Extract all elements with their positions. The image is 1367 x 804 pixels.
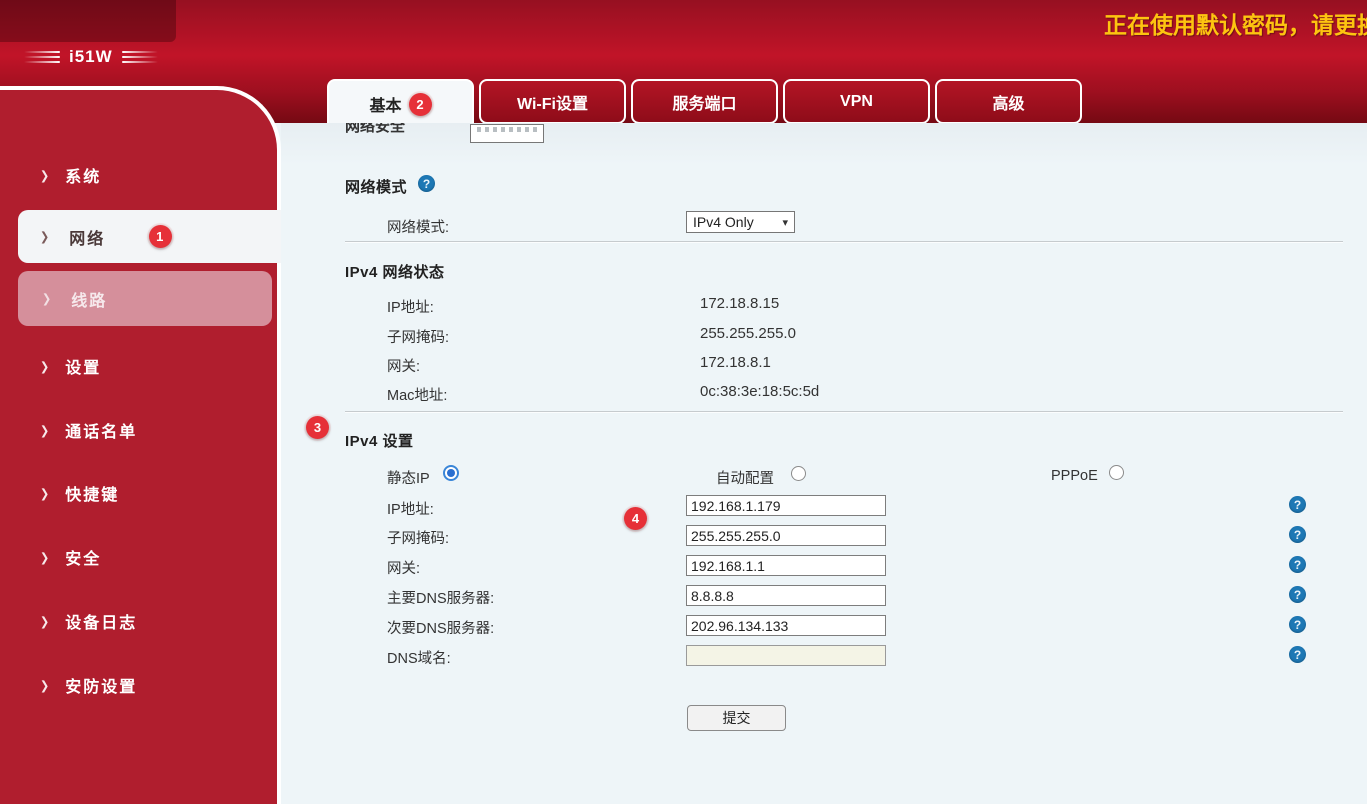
logo-lines-right-icon [122, 51, 158, 63]
chevron-right-icon: ❯ [42, 291, 53, 305]
logo-lines-left-icon [24, 51, 60, 63]
logo-text: i51W [69, 47, 113, 67]
sidebar-item-label: 快捷键 [65, 481, 119, 505]
clipped-dropdown[interactable] [470, 124, 544, 143]
chevron-right-icon: ❯ [40, 423, 51, 437]
gateway-value: 172.18.8.1 [700, 354, 771, 371]
step-badge-2: 2 [409, 93, 432, 116]
secondary-dns-input[interactable] [686, 615, 886, 636]
sidebar-item-label: 安防设置 [65, 673, 137, 697]
network-mode-label: 网络模式: [387, 216, 449, 237]
tab-wifi-settings-label: Wi-Fi设置 [517, 90, 588, 114]
mac-address-value: 0c:38:3e:18:5c:5d [700, 383, 819, 400]
tab-wifi-settings[interactable]: Wi-Fi设置 [479, 79, 626, 124]
sidebar-item-hotkeys[interactable]: ❯ 快捷键 [40, 481, 119, 505]
gateway-field-label: 网关: [387, 557, 420, 578]
ip-address-value: 172.18.8.15 [700, 295, 779, 312]
ip-address-input[interactable] [686, 495, 886, 516]
chevron-right-icon: ❯ [40, 678, 51, 692]
subnet-mask-value: 255.255.255.0 [700, 325, 796, 342]
submit-button[interactable]: 提交 [687, 705, 786, 731]
tab-advanced[interactable]: 高级 [935, 79, 1082, 124]
content-area: 网络安全 网络模式 ? 网络模式: IPv4 Only ▾ IPv4 网络状态 … [281, 123, 1367, 804]
ipv4-settings-heading: IPv4 设置 [345, 430, 414, 451]
static-ip-label: 静态IP [387, 467, 430, 488]
ipv4-status-heading: IPv4 网络状态 [345, 261, 445, 282]
header-dark-corner [0, 0, 176, 42]
network-mode-heading: 网络模式 [345, 176, 407, 197]
sidebar-item-device-log[interactable]: ❯ 设备日志 [40, 609, 137, 633]
chevron-right-icon: ❯ [40, 550, 51, 564]
gateway-input[interactable] [686, 555, 886, 576]
tab-vpn-label: VPN [840, 93, 873, 111]
tab-basic-label: 基本 [369, 92, 401, 116]
tab-vpn[interactable]: VPN [783, 79, 930, 124]
sidebar-item-label: 设备日志 [65, 609, 137, 633]
help-icon[interactable]: ? [1289, 556, 1306, 573]
subnet-mask-input[interactable] [686, 525, 886, 546]
gateway-label: 网关: [387, 355, 420, 376]
router-admin-page: 正在使用默认密码，请更换 i51W 基本 2 Wi-Fi设置 服务端口 VPN … [0, 0, 1367, 804]
dns-domain-input[interactable] [686, 645, 886, 666]
help-icon[interactable]: ? [1289, 526, 1306, 543]
auto-config-radio[interactable] [791, 466, 806, 481]
help-icon[interactable]: ? [1289, 586, 1306, 603]
tab-advanced-label: 高级 [992, 90, 1024, 114]
tab-basic[interactable]: 基本 2 [327, 79, 474, 127]
pppoe-label: PPPoE [1051, 468, 1098, 484]
sidebar-item-call-list[interactable]: ❯ 通话名单 [40, 418, 137, 442]
chevron-right-icon: ❯ [40, 229, 51, 243]
step-badge-3: 3 [306, 416, 329, 439]
tab-bar: 基本 2 Wi-Fi设置 服务端口 VPN 高级 [327, 79, 1082, 127]
sidebar-item-line[interactable]: ❯ 线路 [18, 271, 272, 326]
sidebar-item-security[interactable]: ❯ 安全 [40, 545, 101, 569]
subnet-mask-field-label: 子网掩码: [387, 527, 449, 548]
sidebar-item-label: 系统 [65, 163, 101, 187]
help-icon[interactable]: ? [1289, 496, 1306, 513]
mac-address-label: Mac地址: [387, 384, 447, 405]
dns-domain-field-label: DNS域名: [387, 647, 451, 668]
static-ip-radio[interactable] [443, 465, 459, 481]
chevron-right-icon: ❯ [40, 614, 51, 628]
primary-dns-input[interactable] [686, 585, 886, 606]
pppoe-radio[interactable] [1109, 465, 1124, 480]
chevron-down-icon: ▾ [782, 216, 788, 229]
subnet-mask-label: 子网掩码: [387, 326, 449, 347]
sidebar-item-system[interactable]: ❯ 系统 [40, 163, 101, 187]
ip-address-label: IP地址: [387, 296, 434, 317]
sidebar-item-label: 线路 [71, 287, 107, 311]
ip-address-field-label: IP地址: [387, 498, 434, 519]
clipped-row-label: 网络安全 [345, 123, 465, 142]
secondary-dns-field-label: 次要DNS服务器: [387, 617, 494, 638]
logo: i51W [24, 47, 158, 67]
help-icon[interactable]: ? [1289, 616, 1306, 633]
sidebar-item-security-settings[interactable]: ❯ 安防设置 [40, 673, 137, 697]
help-icon[interactable]: ? [418, 175, 435, 192]
default-password-warning: 正在使用默认密码，请更换 [1104, 6, 1367, 40]
sidebar-item-label: 设置 [65, 354, 101, 378]
tab-service-port[interactable]: 服务端口 [631, 79, 778, 124]
sidebar-item-label: 通话名单 [65, 418, 137, 442]
sidebar-item-settings[interactable]: ❯ 设置 [40, 354, 101, 378]
network-mode-select[interactable]: IPv4 Only ▾ [686, 211, 795, 233]
help-icon[interactable]: ? [1289, 646, 1306, 663]
chevron-right-icon: ❯ [40, 486, 51, 500]
primary-dns-field-label: 主要DNS服务器: [387, 587, 494, 608]
tab-service-port-label: 服务端口 [672, 90, 736, 114]
step-badge-1: 1 [149, 225, 172, 248]
step-badge-4: 4 [624, 507, 647, 530]
divider [345, 411, 1343, 412]
sidebar-item-label: 安全 [65, 545, 101, 569]
chevron-right-icon: ❯ [40, 168, 51, 182]
sidebar-item-network[interactable]: ❯ 网络 1 [18, 210, 281, 263]
divider [345, 241, 1343, 242]
auto-config-label: 自动配置 [716, 467, 774, 488]
sidebar-item-label: 网络 [69, 225, 105, 249]
chevron-right-icon: ❯ [40, 359, 51, 373]
network-mode-select-value: IPv4 Only [693, 214, 754, 230]
